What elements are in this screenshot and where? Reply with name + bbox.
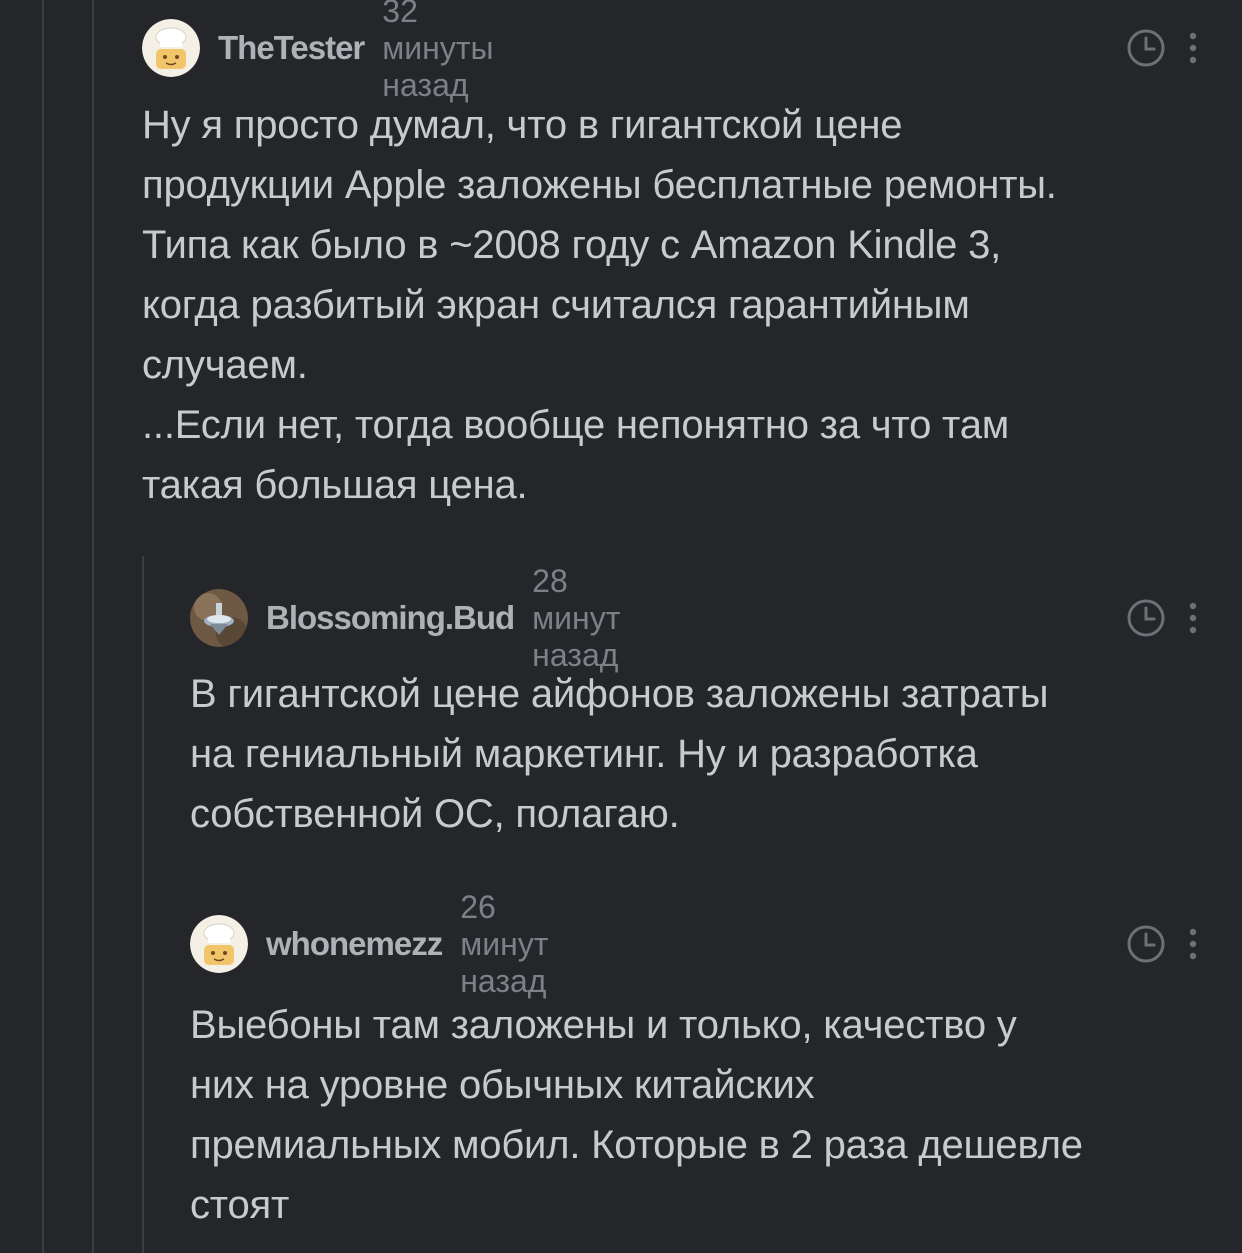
comment-controls [1126,924,1198,964]
thread-line-outer [42,0,44,1253]
comment-text: Ну я просто думал, что в гигантской цене… [142,103,1057,507]
thread-line-reply [142,556,144,1253]
chef-avatar-icon[interactable] [142,19,200,77]
author-name[interactable]: whonemezz [266,925,443,963]
more-vertical-icon[interactable] [1188,30,1198,66]
spinning-top-avatar-icon[interactable] [190,589,248,647]
clock-icon[interactable] [1126,28,1166,68]
comment-controls [1126,598,1198,638]
comment-time[interactable]: 28 минут назад [532,563,620,674]
clock-icon[interactable] [1126,598,1166,638]
clock-icon[interactable] [1126,924,1166,964]
comment-time[interactable]: 32 минуты назад [382,0,493,104]
more-vertical-icon[interactable] [1188,926,1198,962]
chef-avatar-icon[interactable] [190,915,248,973]
comment-header: whonemezz 26 минут назад [190,889,548,999]
comment-text: Выебоны там заложены и только, качество … [190,1003,1083,1227]
more-vertical-icon[interactable] [1188,600,1198,636]
comment-header: TheTester 32 минуты назад [142,0,493,103]
thread-line-mid [92,0,94,1253]
author-name[interactable]: Blossoming.Bud [266,599,515,637]
comment-time[interactable]: 26 минут назад [460,889,548,1000]
comment-controls [1126,28,1198,68]
author-name[interactable]: TheTester [218,29,365,67]
comment-header: Blossoming.Bud 28 минут назад [190,563,620,673]
comment-text: В гигантской цене айфонов заложены затра… [190,672,1049,836]
